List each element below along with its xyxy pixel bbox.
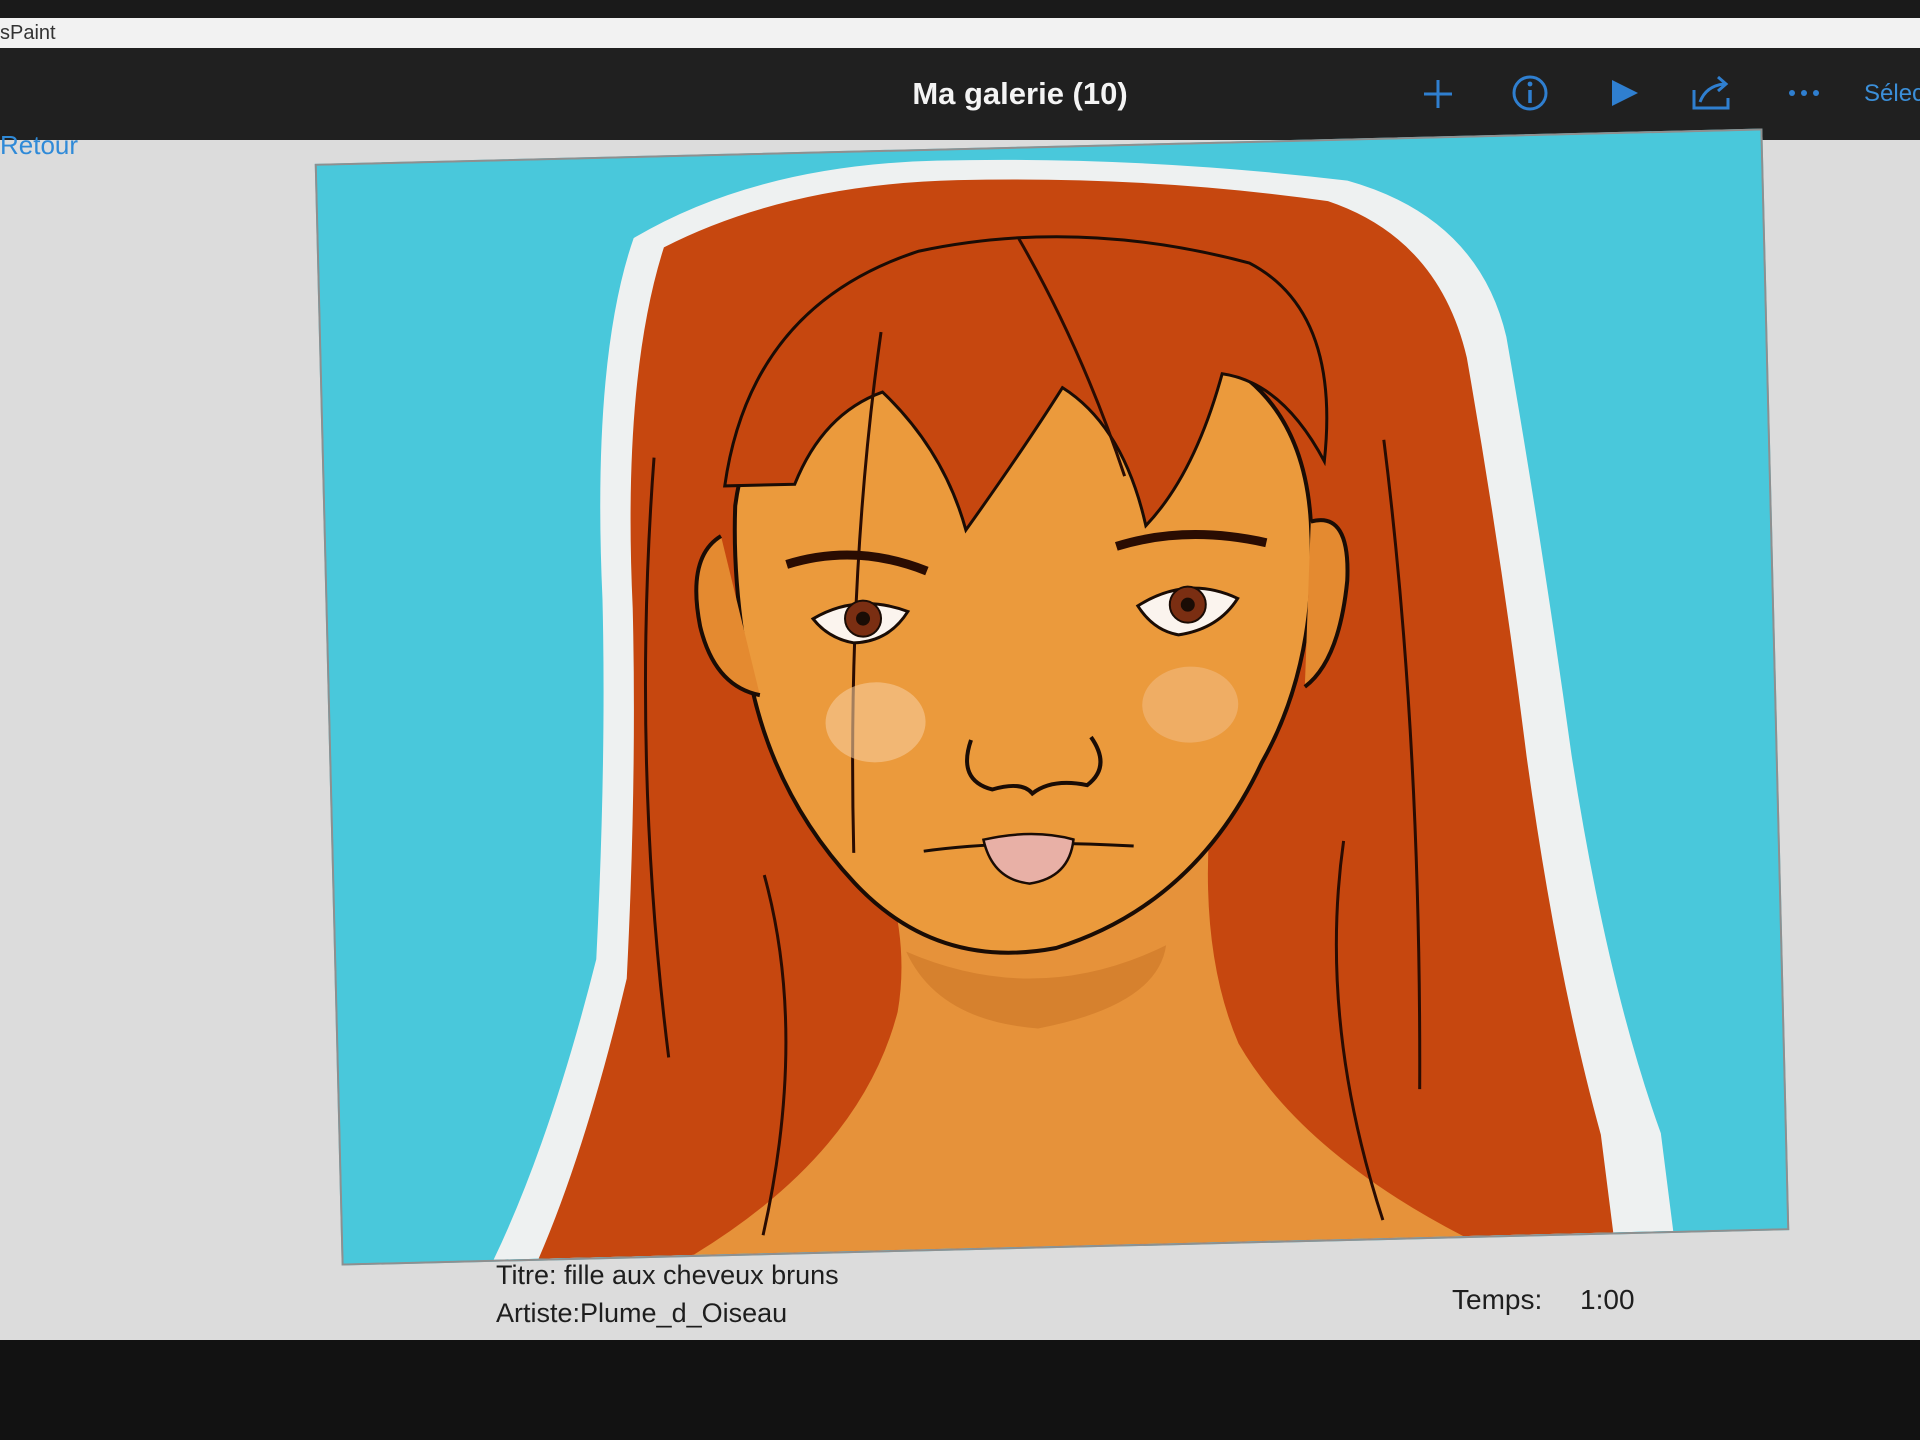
select-button[interactable]: Sélec	[1864, 80, 1920, 108]
time-display: Temps: 1:00	[1452, 1284, 1635, 1316]
play-button[interactable]	[1596, 68, 1652, 118]
command-bar: Ma galerie (10) Sélec	[0, 48, 1920, 140]
window-titlebar: sPaint	[0, 18, 1920, 48]
app-name: sPaint	[0, 22, 56, 44]
plus-icon	[1424, 80, 1452, 108]
artwork-details: Titre: fille aux cheveux bruns Artiste:P…	[0, 1240, 1920, 1340]
more-icon	[1789, 90, 1819, 96]
device-bezel-bottom	[0, 1340, 1920, 1440]
info-icon	[1512, 75, 1548, 111]
back-button[interactable]: Retour	[0, 130, 78, 161]
share-button[interactable]	[1684, 68, 1740, 118]
time-label: Temps:	[1452, 1284, 1543, 1315]
more-button[interactable]	[1776, 68, 1832, 118]
artwork-preview[interactable]	[314, 128, 1790, 1266]
add-button[interactable]	[1410, 68, 1466, 118]
time-value: 1:00	[1580, 1284, 1635, 1315]
play-icon	[1612, 80, 1638, 106]
artwork-title: Titre: fille aux cheveux bruns	[496, 1260, 839, 1290]
portrait-illustration	[316, 130, 1788, 1264]
app-screen: sPaint Ma galerie (10) Sélec Retour Titr…	[0, 18, 1920, 1340]
device-bezel-top	[0, 0, 1920, 18]
info-button[interactable]	[1502, 68, 1558, 118]
artwork-artist: Artiste:Plume_d_Oiseau	[496, 1298, 788, 1328]
share-icon	[1692, 75, 1730, 110]
